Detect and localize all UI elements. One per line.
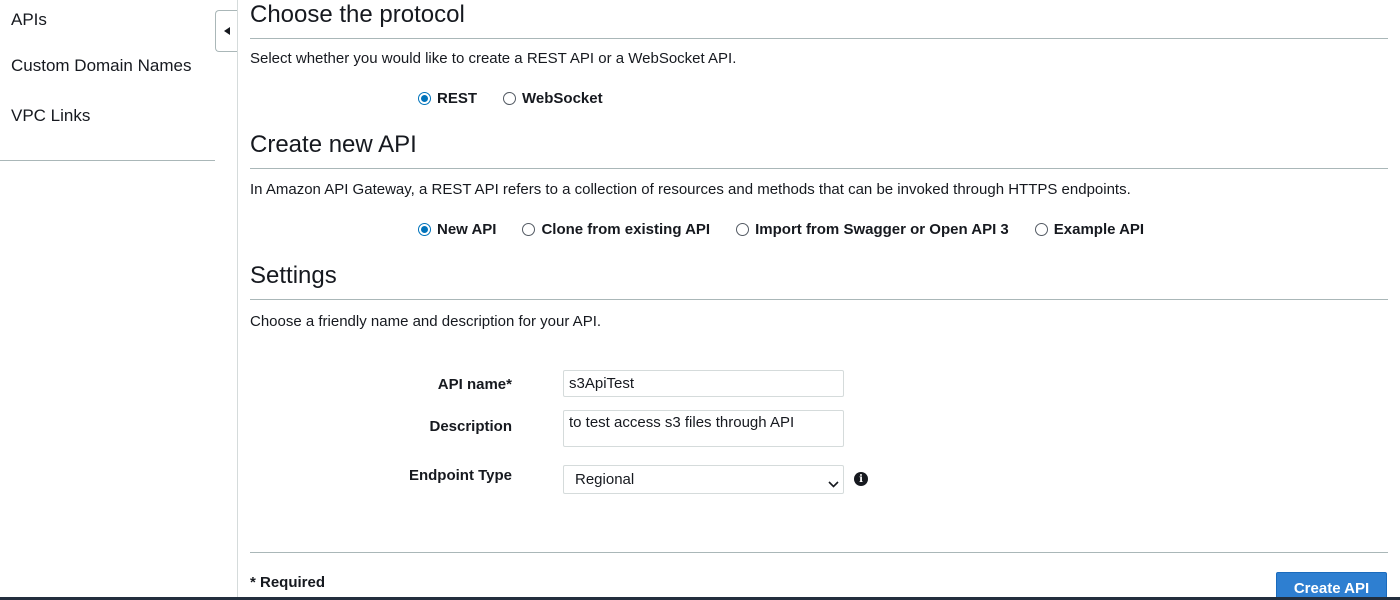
api-name-input[interactable] bbox=[563, 370, 844, 397]
sidebar-item-apis[interactable]: APIs bbox=[11, 10, 47, 30]
caret-left-icon bbox=[223, 27, 230, 35]
endpoint-type-label: Endpoint Type bbox=[408, 467, 512, 484]
radio-example-label: Example API bbox=[1053, 221, 1145, 238]
radio-clone-indicator[interactable] bbox=[522, 223, 536, 236]
sidebar: APIs Custom Domain Names VPC Links bbox=[0, 0, 238, 600]
api-name-label: API name* bbox=[437, 376, 512, 393]
radio-import-indicator[interactable] bbox=[736, 223, 750, 236]
api-gateway-console: APIs Custom Domain Names VPC Links Choos… bbox=[0, 0, 1400, 600]
radio-new-api-label: New API bbox=[437, 221, 497, 238]
radio-clone-label: Clone from existing API bbox=[541, 221, 711, 238]
settings-section-title: Settings bbox=[250, 262, 337, 289]
required-note: * Required bbox=[250, 574, 326, 591]
radio-rest[interactable]: REST bbox=[418, 90, 477, 107]
info-icon[interactable]: i bbox=[854, 472, 868, 486]
radio-clone-existing-api[interactable]: Clone from existing API bbox=[522, 221, 710, 238]
description-label: Description bbox=[429, 418, 512, 435]
endpoint-type-select[interactable]: Regional bbox=[563, 465, 844, 494]
radio-websocket[interactable]: WebSocket bbox=[503, 90, 603, 107]
sidebar-item-custom-domain-names[interactable]: Custom Domain Names bbox=[11, 56, 191, 76]
description-textarea[interactable] bbox=[563, 410, 844, 447]
sidebar-item-vpc-links[interactable]: VPC Links bbox=[11, 106, 90, 126]
radio-import-label: Import from Swagger or Open API 3 bbox=[755, 221, 1009, 238]
create-api-section-title: Create new API bbox=[250, 131, 417, 158]
settings-section-rule bbox=[250, 299, 1388, 300]
create-api-radio-group: New API Clone from existing API Import f… bbox=[418, 221, 1144, 238]
protocol-description: Select whether you would like to create … bbox=[250, 50, 737, 67]
radio-websocket-indicator[interactable] bbox=[503, 92, 517, 105]
sidebar-divider bbox=[0, 160, 215, 161]
radio-rest-label: REST bbox=[437, 90, 478, 107]
radio-new-api-indicator[interactable] bbox=[418, 223, 431, 236]
create-api-section-rule bbox=[250, 168, 1388, 169]
settings-description: Choose a friendly name and description f… bbox=[250, 313, 602, 330]
main-content: Choose the protocol Select whether you w… bbox=[250, 0, 1388, 600]
protocol-radio-group: REST WebSocket bbox=[418, 90, 603, 107]
protocol-section-title: Choose the protocol bbox=[250, 1, 465, 28]
create-api-description: In Amazon API Gateway, a REST API refers… bbox=[250, 181, 1131, 198]
footer-rule bbox=[250, 552, 1388, 553]
endpoint-type-value: Regional bbox=[575, 471, 635, 488]
radio-example-api[interactable]: Example API bbox=[1034, 221, 1145, 238]
radio-websocket-label: WebSocket bbox=[522, 90, 603, 107]
sidebar-collapse-button[interactable] bbox=[215, 10, 237, 52]
radio-import-swagger[interactable]: Import from Swagger or Open API 3 bbox=[736, 221, 1009, 238]
radio-example-indicator[interactable] bbox=[1034, 223, 1048, 236]
radio-rest-indicator[interactable] bbox=[418, 92, 431, 105]
protocol-section-rule bbox=[250, 38, 1388, 39]
create-api-button[interactable]: Create API bbox=[1276, 572, 1387, 600]
chevron-down-icon bbox=[828, 475, 839, 492]
radio-new-api[interactable]: New API bbox=[418, 221, 496, 238]
